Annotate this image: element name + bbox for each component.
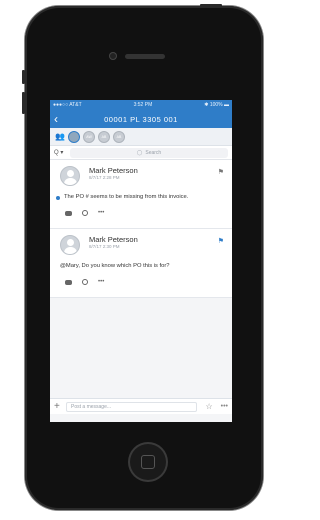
power-button (200, 4, 222, 7)
star-icon[interactable]: ☆ (205, 402, 212, 411)
reply-icon[interactable] (65, 210, 72, 216)
carrier: ●●●○○ AT&T (53, 102, 82, 108)
search-icon: ◯ (136, 149, 143, 156)
author-name: Mark Peterson (89, 166, 138, 175)
message-input[interactable]: Post a message... (66, 401, 198, 412)
reaction-icon[interactable] (82, 210, 88, 216)
composer-bar: + Post a message... ☆ ••• (50, 398, 232, 414)
add-attachment-icon[interactable]: + (54, 401, 66, 412)
chevron-left-icon[interactable]: ‹ (54, 111, 59, 127)
member-avatar[interactable]: AB (113, 130, 125, 143)
nav-bar: ‹ 00001 PL 3305 001 (50, 110, 232, 128)
home-square-icon (141, 455, 155, 469)
more-icon[interactable]: ••• (98, 210, 104, 216)
message-actions: ••• (56, 279, 226, 285)
member-avatar[interactable]: AW (83, 130, 95, 143)
message-date: 8/7/17 2:30 PM (89, 244, 120, 249)
message-text: @Mary, Do you know which PO this is for? (60, 263, 170, 269)
battery: ✱ 100% ▬ (204, 102, 229, 108)
more-icon[interactable]: ••• (98, 279, 104, 285)
message-text-wrapper: @Mary, Do you know which PO this is for? (56, 263, 226, 270)
avatar (60, 166, 80, 186)
message-actions: ••• (56, 210, 226, 216)
volume-up-button (22, 70, 25, 84)
search-placeholder: Search (145, 149, 162, 156)
avatar (60, 235, 80, 255)
unread-dot-icon (56, 196, 60, 200)
app-screen: ●●●○○ AT&T 3:52 PM ✱ 100% ▬ ‹ 00001 PL 3… (50, 100, 232, 422)
filter-dropdown[interactable]: Q ▾ (54, 149, 70, 156)
reply-icon[interactable] (65, 279, 72, 285)
group-icon[interactable]: 👥 (55, 132, 65, 141)
volume-down-button (22, 92, 25, 114)
message-input-placeholder: Post a message... (71, 403, 112, 410)
flag-icon[interactable]: ⚑ (218, 168, 224, 176)
reaction-icon[interactable] (82, 279, 88, 285)
home-button[interactable] (128, 442, 168, 482)
status-bar: ●●●○○ AT&T 3:52 PM ✱ 100% ▬ (50, 100, 232, 110)
flag-icon[interactable]: ⚑ (218, 237, 224, 245)
composer-more-icon[interactable]: ••• (221, 403, 228, 410)
message-text: The PO # seems to be missing from this i… (64, 194, 189, 200)
member-avatar[interactable] (68, 130, 80, 143)
message-date: 8/7/17 2:28 PM (89, 175, 120, 180)
message-card[interactable]: Mark Peterson 8/7/17 2:28 PM ⚑ The PO # … (50, 160, 232, 229)
author-name: Mark Peterson (89, 235, 138, 244)
member-avatar[interactable]: AB (98, 130, 110, 143)
speaker (125, 54, 165, 59)
search-input[interactable]: ◯ Search (70, 147, 228, 158)
member-bar: 👥 AW AB AB (50, 128, 232, 146)
search-row: Q ▾ ◯ Search (50, 146, 232, 160)
message-text-wrapper: The PO # seems to be missing from this i… (56, 194, 226, 201)
time: 3:52 PM (133, 102, 153, 108)
page-title: 00001 PL 3305 001 (104, 114, 178, 124)
message-card[interactable]: Mark Peterson 8/7/17 2:30 PM ⚑ @Mary, Do… (50, 229, 232, 298)
camera (109, 52, 117, 60)
